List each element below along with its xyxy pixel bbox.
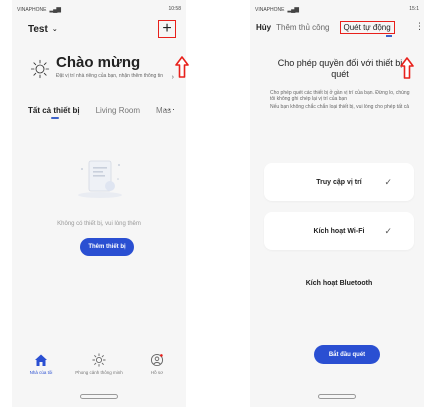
check-icon: ✓ [384,176,392,187]
start-scan-button[interactable]: Bắt đầu quét [314,345,380,364]
active-tab-indicator [51,117,59,119]
permission-description: Cho phép quét các thiết bị ở gần vị trí … [270,90,412,110]
home-icon [35,354,47,366]
nav-label-home: Nhà của tôi [29,370,53,375]
status-time: 10:58 [168,6,181,12]
empty-state-text: Không có thiết bị, vui lòng thêm [57,221,141,227]
permission-desc-line-2: Nếu bạn không chắc chắn loại thiết bị, v… [270,104,409,110]
tab-all-devices[interactable]: Tất cả thiết bị [28,106,80,115]
sun-icon [92,353,106,367]
status-bar: VINAPHONE ▂▄▆ 10:58 [12,0,186,18]
up-arrow-annotation-icon [400,57,414,79]
status-bar: VINAPHONE ▂▄▆ 15:1 [250,0,424,18]
permission-card-bluetooth[interactable]: Kích hoạt Bluetooth [264,264,414,302]
chevron-right-icon: › [171,74,174,81]
phone-screen-home: VINAPHONE ▂▄▆ 10:58 Test ⌄ + Chào mừng Đặ… [12,0,186,407]
add-device-plus-button[interactable]: + [158,20,176,38]
phone-screen-scan: VINAPHONE ▂▄▆ 15:1 Hủy Thêm thủ công Quét… [250,0,424,407]
more-icon[interactable]: ··· [164,104,176,114]
carrier-label: VINAPHONE [255,6,285,13]
carrier-label: VINAPHONE [17,6,47,13]
welcome-title: Chào mừng [56,54,141,71]
permission-card-location[interactable]: Truy cập vị trí ✓ [264,163,414,201]
permission-desc-line-1: Cho phép quét các thiết bị ở gần vị trí … [270,90,410,102]
nav-label-profile: Hồ sơ [150,370,164,375]
add-device-button[interactable]: Thêm thiết bị [80,238,134,256]
sun-icon [30,59,50,79]
scan-header: Hủy Thêm thủ công Quét tự động ⋮ [250,18,424,37]
permission-label-bluetooth: Kích hoạt Bluetooth [305,279,373,287]
cancel-button[interactable]: Hủy [256,23,271,32]
welcome-banner[interactable]: Chào mừng Đặt vị trí nhà riêng của bạn, … [30,54,174,96]
bottom-nav: Nhà của tôi Phong cảnh thông minh Hồ sơ [12,351,186,385]
profile-icon [150,353,164,367]
nav-item-home[interactable]: Nhà của tôi [13,353,69,375]
active-tab-indicator [386,35,392,37]
chevron-down-icon: ⌄ [51,26,58,33]
signal-icon: ▂▄▆ [287,6,299,13]
plus-icon: + [162,20,172,37]
nav-item-smart-scenes[interactable]: Phong cảnh thông minh [71,353,127,375]
tab-manual-add[interactable]: Thêm thủ công [276,23,329,32]
empty-devices-illustration [78,160,122,198]
room-tabs: Tất cả thiết bị Living Room Mas ··· [12,102,186,119]
permission-title: Cho phép quyền đối với thiết bị quét [277,58,403,79]
check-icon: ✓ [384,225,392,236]
home-indicator[interactable] [318,394,356,399]
nav-item-profile[interactable]: Hồ sơ [129,353,185,375]
status-time: 15:1 [409,6,419,12]
welcome-subtitle: Đặt vị trí nhà riêng của bạn, nhận thêm … [56,73,164,79]
signal-icon: ▂▄▆ [49,6,61,13]
home-selector[interactable]: Test ⌄ [28,24,58,35]
tab-auto-scan[interactable]: Quét tự động [339,20,395,34]
nav-label-smart-scenes: Phong cảnh thông minh [75,370,123,375]
home-indicator[interactable] [80,394,118,399]
permission-card-wifi[interactable]: Kích hoạt Wi-Fi ✓ [264,212,414,250]
home-name: Test [28,23,48,35]
up-arrow-annotation-icon [175,56,189,78]
permission-label-wifi: Kích hoạt Wi-Fi [313,227,365,235]
tab-living-room[interactable]: Living Room [96,106,140,115]
home-header: Test ⌄ + [12,18,186,40]
permission-label-location: Truy cập vị trí [316,178,362,186]
scan-icon[interactable]: ⋮ [415,21,424,32]
